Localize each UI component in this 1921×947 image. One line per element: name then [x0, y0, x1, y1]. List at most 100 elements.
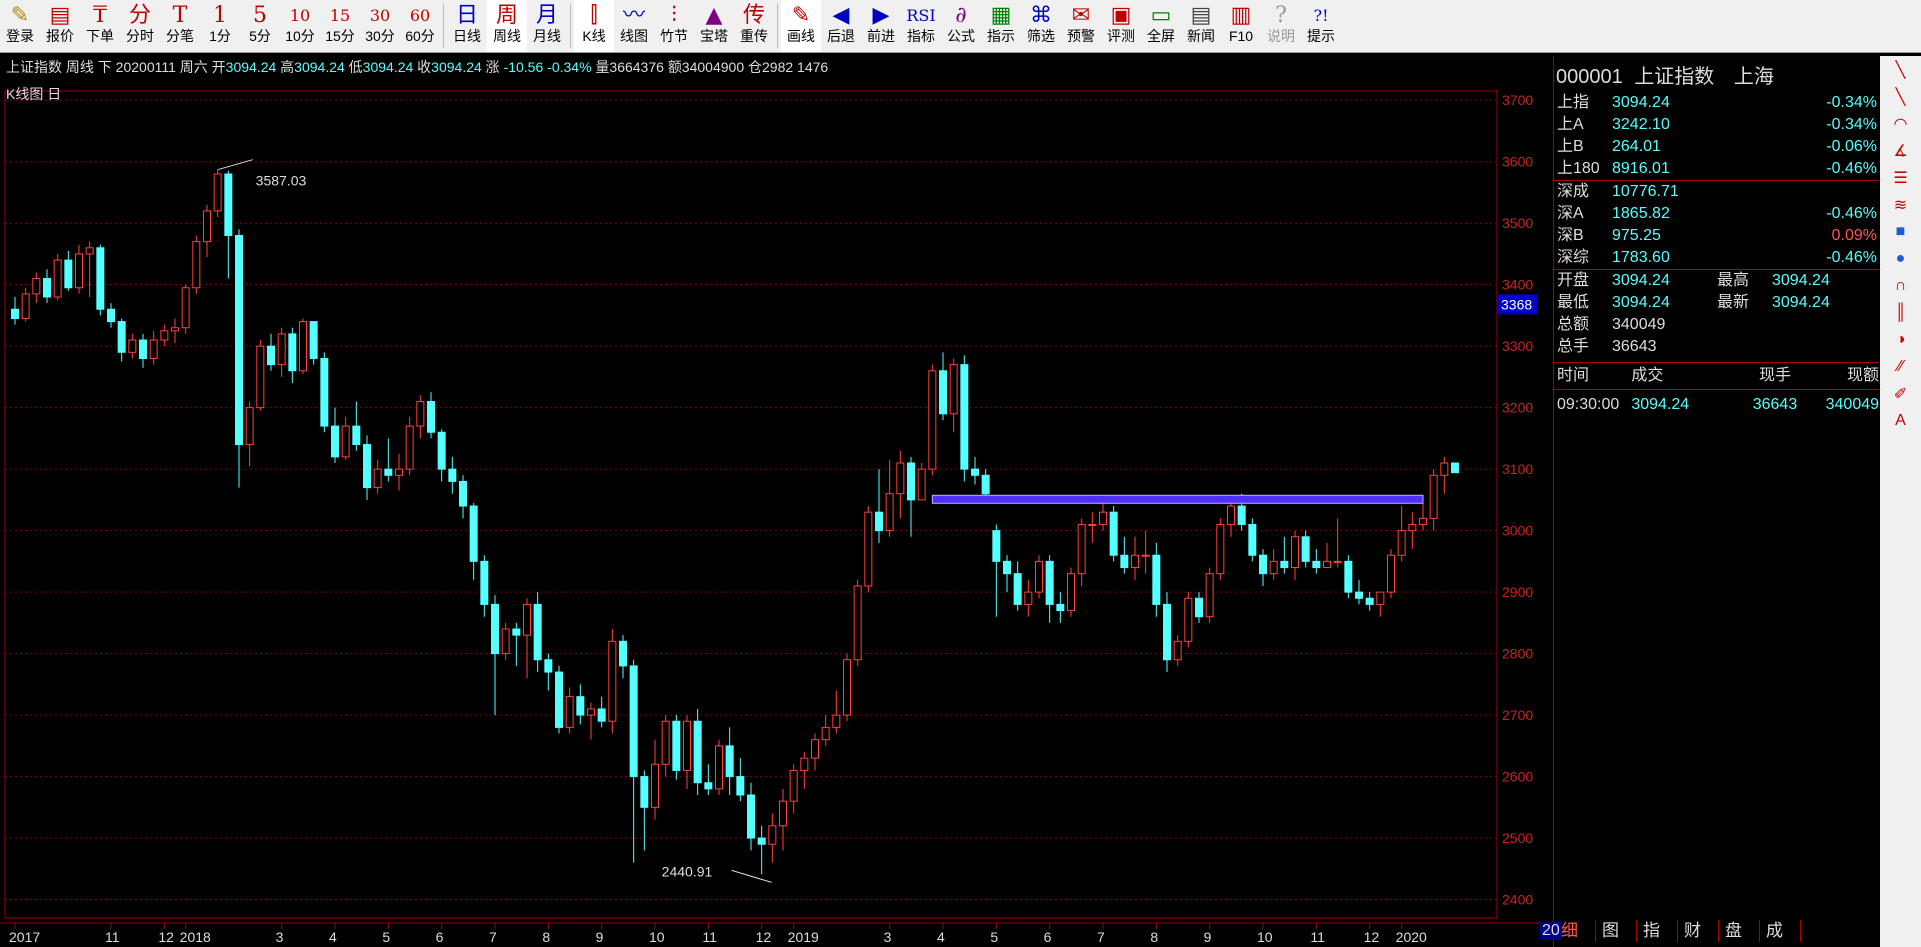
candle-body	[299, 321, 307, 372]
toolbar-label: 重传	[740, 28, 768, 44]
high-annotation: 3587.03	[256, 173, 307, 189]
toolbar-tower-button[interactable]: ▲ 宝塔	[694, 0, 734, 52]
order-icon: ₸	[93, 3, 107, 28]
close-value: 3094.24	[431, 59, 482, 75]
quote-info-bar: 上证指数 周线 下 20200111 周六 开3094.24 高3094.24 …	[0, 53, 1556, 81]
toolbar-back-button[interactable]: ◀ 后退	[821, 0, 861, 52]
draw-tool-icon[interactable]: A	[1880, 407, 1921, 434]
list-item[interactable]: 深A 1865.82 -0.46%	[1554, 203, 1879, 225]
draw-tool-icon[interactable]: ∩	[1880, 272, 1921, 299]
toolbar-10min-button[interactable]: 10 10分	[280, 0, 320, 52]
list-item[interactable]: 深综 1783.60 -0.46%	[1554, 247, 1879, 269]
toolbar-resend-button[interactable]: 传重传	[734, 0, 774, 52]
candle-body	[811, 739, 819, 759]
toolbar-30min-button[interactable]: 30 30分	[360, 0, 400, 52]
toolbar-tick-button[interactable]: T 分笔	[160, 0, 200, 52]
candle-body	[213, 173, 222, 212]
volume: 量3664376	[595, 59, 664, 75]
trend-line	[931, 494, 1424, 504]
open-value: 3094.24	[225, 59, 277, 75]
toolbar-15min-button[interactable]: 15 15分	[320, 0, 360, 52]
low-last-row: 最低 3094.24 最新 3094.24	[1554, 292, 1879, 314]
tab-成[interactable]: 成	[1760, 920, 1801, 942]
toolbar-formula-button[interactable]: ∂ 公式	[941, 0, 981, 52]
toolbar-help-button[interactable]: ? 说明	[1261, 0, 1301, 52]
toolbar-linechart-button[interactable]: 〰线图	[614, 0, 654, 52]
toolbar-news-button[interactable]: ▤ 新闻	[1181, 0, 1221, 52]
kline-chart[interactable]: 2400 2500 2600 2700 2800 2900 3000 3100 3200 3300…	[0, 81, 1553, 947]
tab-图[interactable]: 图	[1596, 920, 1637, 942]
toolbar-label: 10分	[285, 28, 315, 44]
draw-tool-icon[interactable]: ≋	[1880, 191, 1921, 218]
list-item[interactable]: 上B 264.01 -0.06%	[1554, 136, 1879, 158]
toolbar-alert-button[interactable]: ✉ 预警	[1061, 0, 1101, 52]
draw-tool-icon[interactable]: ☰	[1880, 164, 1921, 191]
candle-body	[192, 241, 201, 289]
x-tick-label: 11	[702, 929, 717, 945]
draw-tool-icon[interactable]: ∡	[1880, 137, 1921, 164]
toolbar-forward-button[interactable]: ▶ 前进	[861, 0, 901, 52]
toolbar-indicator-button[interactable]: RSI 指标	[901, 0, 941, 52]
amount-value-panel: 340049	[1612, 316, 1666, 333]
x-tick-label: 10	[649, 929, 665, 945]
toolbar-kline-button[interactable]: ⫿ K线	[574, 0, 614, 52]
toolbar-label: 公式	[947, 28, 975, 44]
candle-body	[1013, 573, 1022, 605]
tab-盘[interactable]: 盘	[1719, 920, 1760, 942]
toolbar-evaluate-button[interactable]: ▣ 评测	[1101, 0, 1141, 52]
toolbar-fullscreen-button[interactable]: ▭ 全屏	[1141, 0, 1181, 52]
toolbar-monthly-button[interactable]: 月月线	[527, 0, 567, 52]
index-price: 3242.10	[1612, 116, 1670, 133]
candle-body	[672, 720, 681, 771]
back-icon: ◀	[832, 3, 850, 28]
list-item[interactable]: 深B 975.25 0.09%	[1554, 225, 1879, 247]
list-item[interactable]: 上180 8916.01 -0.46%	[1554, 158, 1879, 180]
toolbar-label: 后退	[827, 28, 855, 44]
candle-body	[1387, 554, 1395, 593]
toolbar-weekly-button[interactable]: 周周线	[487, 0, 527, 52]
draw-tool-icon[interactable]: ◠	[1880, 110, 1921, 137]
toolbar-quote-button[interactable]: ▤ 报价	[40, 0, 80, 52]
candle-body	[960, 364, 969, 470]
toolbar-label: 全屏	[1147, 28, 1175, 44]
draw-tool-icon[interactable]: ╲	[1880, 83, 1921, 110]
draw-tool-icon[interactable]: ◑	[1880, 326, 1921, 353]
x-tick-label: 12	[1364, 929, 1380, 945]
toolbar-1min-button[interactable]: 1 1分	[200, 0, 240, 52]
toolbar-f10-button[interactable]: ▥ F10	[1221, 0, 1261, 52]
toolbar-5min-button[interactable]: 5 5分	[240, 0, 280, 52]
index-change: -0.46%	[1826, 160, 1877, 177]
list-item[interactable]: 上指 3094.24 -0.34%	[1554, 92, 1879, 114]
draw-tool-icon[interactable]: ■	[1880, 218, 1921, 245]
toolbar-label: 下单	[86, 28, 114, 44]
toolbar-tips-button[interactable]: ?! 提示	[1301, 0, 1341, 52]
tab-指[interactable]: 指	[1637, 920, 1678, 942]
table-row[interactable]: 09:30:00 3094.24 36643 340049	[1554, 390, 1879, 420]
list-item[interactable]: 上A 3242.10 -0.34%	[1554, 114, 1879, 136]
draw-tool-icon[interactable]: ✐	[1880, 380, 1921, 407]
candle-body	[373, 468, 382, 489]
draw-tool-icon[interactable]: ╲	[1880, 56, 1921, 83]
draw-tool-icon[interactable]: ⁄⁄	[1880, 353, 1921, 380]
volume-label-panel: 总手	[1557, 338, 1590, 355]
draw-tool-icon[interactable]: ●	[1880, 245, 1921, 272]
toolbar-bamboo-button[interactable]: ⫶ 竹节	[654, 0, 694, 52]
toolbar-daily-button[interactable]: 日日线	[447, 0, 487, 52]
tick-vol: 36643	[1752, 396, 1798, 413]
toolbar-draw-button[interactable]: ✎ 画线	[781, 0, 821, 52]
draw-tool-icon[interactable]: ║	[1880, 299, 1921, 326]
list-item[interactable]: 深成 10776.71	[1554, 181, 1879, 203]
col-vol: 现手	[1758, 367, 1791, 384]
candle-body	[341, 425, 350, 458]
toolbar-hint-button[interactable]: ▦ 指示	[981, 0, 1021, 52]
toolbar-timeshare-button[interactable]: 分分时	[120, 0, 160, 52]
toolbar-login-button[interactable]: ✎ 登录	[0, 0, 40, 52]
toolbar-order-button[interactable]: ₸ 下单	[80, 0, 120, 52]
toolbar-60min-button[interactable]: 60 60分	[400, 0, 440, 52]
toolbar-label: 线图	[620, 28, 648, 44]
alert-icon: ✉	[1071, 3, 1091, 28]
tab-财[interactable]: 财	[1678, 920, 1719, 942]
candle-body	[789, 769, 798, 802]
toolbar-filter-button[interactable]: ⌘ 筛选	[1021, 0, 1061, 52]
candle-body	[875, 511, 883, 532]
